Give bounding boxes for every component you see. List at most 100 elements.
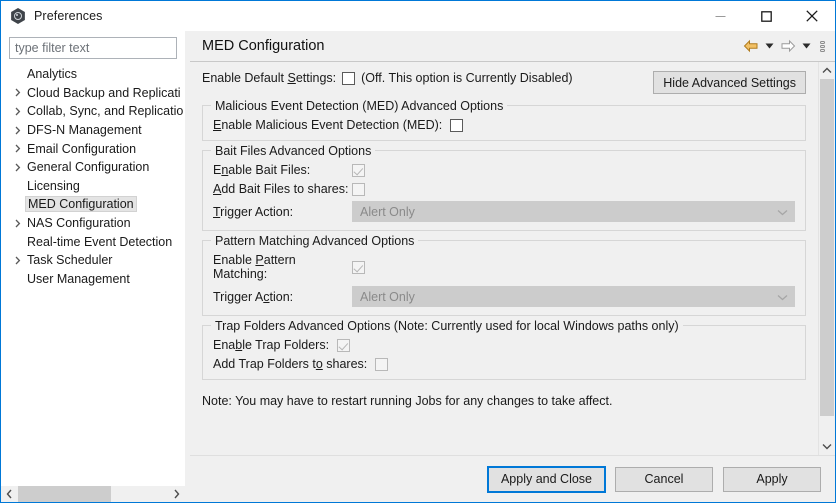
preferences-sidebar: Analytics Cloud Backup and Replicati Colla… <box>1 31 185 502</box>
sidebar-item[interactable]: User Management <box>1 270 185 289</box>
option-label: Enable Malicious Event Detection (MED): <box>213 118 443 132</box>
option-checkbox <box>337 338 351 352</box>
title-bar: Preferences <box>1 1 835 31</box>
option-group: Bait Files Advanced Options Enable Bait F… <box>202 144 806 231</box>
trigger-action-combobox: Alert Only <box>352 201 795 222</box>
option-label: Trigger Action: <box>213 204 294 219</box>
chevron-down-icon[interactable] <box>819 438 835 455</box>
expand-chevron-right-icon[interactable] <box>11 163 25 172</box>
enable-default-settings-checkbox[interactable] <box>342 71 356 85</box>
window-title: Preferences <box>34 9 103 23</box>
chevron-left-icon[interactable] <box>1 486 18 502</box>
sidebar-item-label: Collab, Sync, and Replicatio <box>27 104 184 119</box>
enable-default-settings-group: Enable Default Settings: (Off. This opti… <box>202 71 573 85</box>
search-input[interactable] <box>9 37 177 59</box>
option-row: Enable Bait Files: <box>213 163 795 177</box>
option-group: Pattern Matching Advanced Options Enable … <box>202 234 806 316</box>
page-title: MED Configuration <box>202 38 325 54</box>
hide-advanced-settings-button[interactable]: Hide Advanced Settings <box>653 71 806 94</box>
option-row: Trigger Action: Alert Only <box>213 201 795 222</box>
page-toolbar <box>741 35 829 57</box>
sidebar-item-label: User Management <box>27 271 130 286</box>
option-label: Add Trap Folders to shares: <box>213 357 368 371</box>
restart-note: Note: You may have to restart running Jo… <box>202 394 613 408</box>
sidebar-item[interactable]: General Configuration <box>1 158 185 177</box>
option-checkbox <box>352 163 365 177</box>
sidebar-item[interactable]: MED Configuration <box>1 195 185 214</box>
expand-chevron-right-icon[interactable] <box>11 88 25 97</box>
option-group: Trap Folders Advanced Options (Note: Cur… <box>202 319 806 380</box>
expand-chevron-right-icon[interactable] <box>11 126 25 135</box>
option-row: Enable Malicious Event Detection (MED): <box>213 118 795 132</box>
dialog-button-bar: Apply and Close Cancel Apply <box>190 455 835 502</box>
apply-button[interactable]: Apply <box>723 466 821 492</box>
scrollbar-thumb[interactable] <box>18 486 111 502</box>
sidebar-item-label: Analytics <box>27 67 78 82</box>
option-row: Add Trap Folders to shares: <box>213 357 795 371</box>
default-settings-row: Enable Default Settings: (Off. This opti… <box>202 71 806 94</box>
default-settings-hint: (Off. This option is Currently Disabled) <box>361 71 573 85</box>
expand-chevron-right-icon[interactable] <box>11 107 25 116</box>
preferences-gear-icon <box>10 8 26 24</box>
chevron-down-icon <box>777 205 788 219</box>
apply-and-close-button[interactable]: Apply and Close <box>486 465 607 493</box>
dialog-body: Analytics Cloud Backup and Replicati Colla… <box>1 31 835 502</box>
sidebar-item-label: Licensing <box>27 178 80 193</box>
forward-history-caret-down-icon[interactable] <box>800 35 813 57</box>
sidebar-item[interactable]: Licensing <box>1 177 185 196</box>
filter-container <box>1 31 185 63</box>
option-checkbox[interactable] <box>450 118 464 132</box>
scrollbar-track[interactable] <box>18 486 168 502</box>
group-legend: Bait Files Advanced Options <box>211 144 376 158</box>
trigger-action-combobox: Alert Only <box>352 286 795 307</box>
option-row: Add Bait Files to shares: <box>213 182 795 196</box>
page-content-area: Enable Default Settings: (Off. This opti… <box>190 62 835 455</box>
option-checkbox <box>375 357 389 371</box>
option-group: Malicious Event Detection (MED) Advanced… <box>202 99 806 141</box>
view-menu-icon[interactable] <box>815 35 829 57</box>
expand-chevron-right-icon[interactable] <box>11 144 25 153</box>
chevron-right-icon[interactable] <box>168 486 185 502</box>
preferences-tree[interactable]: Analytics Cloud Backup and Replicati Colla… <box>1 63 185 485</box>
combobox-value: Alert Only <box>360 204 415 219</box>
sidebar-item[interactable]: NAS Configuration <box>1 214 185 233</box>
option-row: Enable Trap Folders: <box>213 338 795 352</box>
back-arrow-icon[interactable] <box>741 35 761 57</box>
cancel-button[interactable]: Cancel <box>615 466 713 492</box>
option-label: Trigger Action: <box>213 289 294 304</box>
sidebar-item[interactable]: Collab, Sync, and Replicatio <box>1 102 185 121</box>
option-checkbox <box>352 182 365 196</box>
option-label: Enable Trap Folders: <box>213 338 330 352</box>
scrollbar-thumb[interactable] <box>820 79 834 417</box>
minimize-icon[interactable] <box>697 1 743 31</box>
sidebar-item-label: DFS-N Management <box>27 123 142 138</box>
chevron-down-icon <box>777 290 788 304</box>
page-vertical-scrollbar[interactable] <box>818 62 835 455</box>
option-checkbox <box>352 260 365 274</box>
enable-default-settings-label: Enable Default Settings: <box>202 71 337 85</box>
back-history-caret-down-icon[interactable] <box>763 35 776 57</box>
expand-chevron-right-icon[interactable] <box>11 256 25 265</box>
sidebar-horizontal-scrollbar[interactable] <box>1 485 185 502</box>
sidebar-item-label: Cloud Backup and Replicati <box>27 85 181 100</box>
sidebar-item[interactable]: DFS-N Management <box>1 121 185 140</box>
sidebar-item[interactable]: Email Configuration <box>1 139 185 158</box>
close-icon[interactable] <box>789 1 835 31</box>
sidebar-item-label: Email Configuration <box>27 141 137 156</box>
med-configuration-form: Enable Default Settings: (Off. This opti… <box>190 62 818 455</box>
scrollbar-track[interactable] <box>819 79 835 438</box>
forward-arrow-icon[interactable] <box>778 35 798 57</box>
sidebar-item[interactable]: Analytics <box>1 65 185 84</box>
sidebar-item[interactable]: Real-time Event Detection <box>1 232 185 251</box>
expand-chevron-right-icon[interactable] <box>11 219 25 228</box>
sidebar-item-label: General Configuration <box>27 160 150 175</box>
group-legend: Malicious Event Detection (MED) Advanced… <box>211 99 508 113</box>
preferences-page: MED Configuration Enable Default Setting… <box>190 31 835 502</box>
combobox-value: Alert Only <box>360 289 415 304</box>
sidebar-item[interactable]: Task Scheduler <box>1 251 185 270</box>
maximize-icon[interactable] <box>743 1 789 31</box>
option-label: Enable Bait Files: <box>213 163 311 177</box>
sidebar-item[interactable]: Cloud Backup and Replicati <box>1 84 185 103</box>
chevron-up-icon[interactable] <box>819 62 835 79</box>
sidebar-item-label: Real-time Event Detection <box>27 234 173 249</box>
